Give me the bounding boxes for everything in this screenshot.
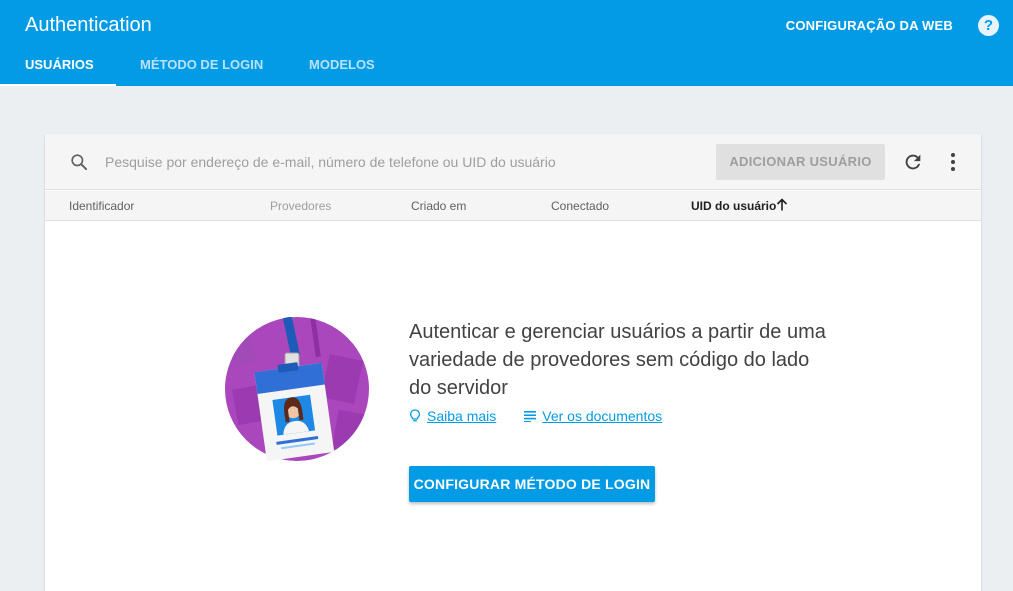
empty-state-message: Autenticar e gerenciar usuários a partir… — [409, 321, 826, 399]
table-header: Identificador Provedores Criado em Conec… — [45, 191, 981, 221]
lightbulb-icon — [410, 409, 420, 422]
refresh-icon[interactable] — [902, 151, 924, 173]
help-icon[interactable]: ? — [978, 15, 999, 36]
page-title: Authentication — [25, 14, 152, 36]
learn-more-link[interactable]: Saiba mais — [409, 408, 496, 424]
notes-icon — [524, 411, 537, 422]
tab-bar: USUÁRIOS MÉTODO DE LOGIN MODELOS — [0, 46, 395, 86]
learn-more-label[interactable]: Saiba mais — [427, 408, 496, 424]
column-identifier[interactable]: Identificador — [69, 199, 134, 213]
column-signed-in[interactable]: Conectado — [551, 199, 609, 213]
app-header: Authentication CONFIGURAÇÃO DA WEB ? USU… — [0, 0, 1013, 86]
column-providers: Provedores — [270, 199, 332, 213]
column-created[interactable]: Criado em — [411, 199, 466, 213]
tab-users[interactable]: USUÁRIOS — [0, 46, 116, 86]
help-links: Saiba mais Ver os documentos — [409, 408, 662, 424]
search-input[interactable] — [105, 150, 705, 174]
more-vert-icon[interactable] — [943, 151, 963, 173]
web-config-link[interactable]: CONFIGURAÇÃO DA WEB — [786, 18, 953, 33]
tab-templates[interactable]: MODELOS — [285, 46, 395, 86]
users-card: ADICIONAR USUÁRIO Identificador Provedor… — [45, 134, 981, 591]
configure-sign-in-button[interactable]: CONFIGURAR MÉTODO DE LOGIN — [409, 466, 655, 502]
docs-label[interactable]: Ver os documentos — [542, 408, 662, 424]
search-icon — [71, 154, 88, 171]
column-user-uid[interactable]: UID do usuário — [691, 199, 776, 213]
tab-sign-in-method[interactable]: MÉTODO DE LOGIN — [116, 46, 285, 86]
search-toolbar: ADICIONAR USUÁRIO — [45, 134, 981, 190]
add-user-button[interactable]: ADICIONAR USUÁRIO — [716, 144, 885, 180]
docs-link[interactable]: Ver os documentos — [524, 408, 662, 424]
arrow-up-icon[interactable] — [775, 198, 789, 212]
id-badge-illustration — [225, 317, 369, 462]
